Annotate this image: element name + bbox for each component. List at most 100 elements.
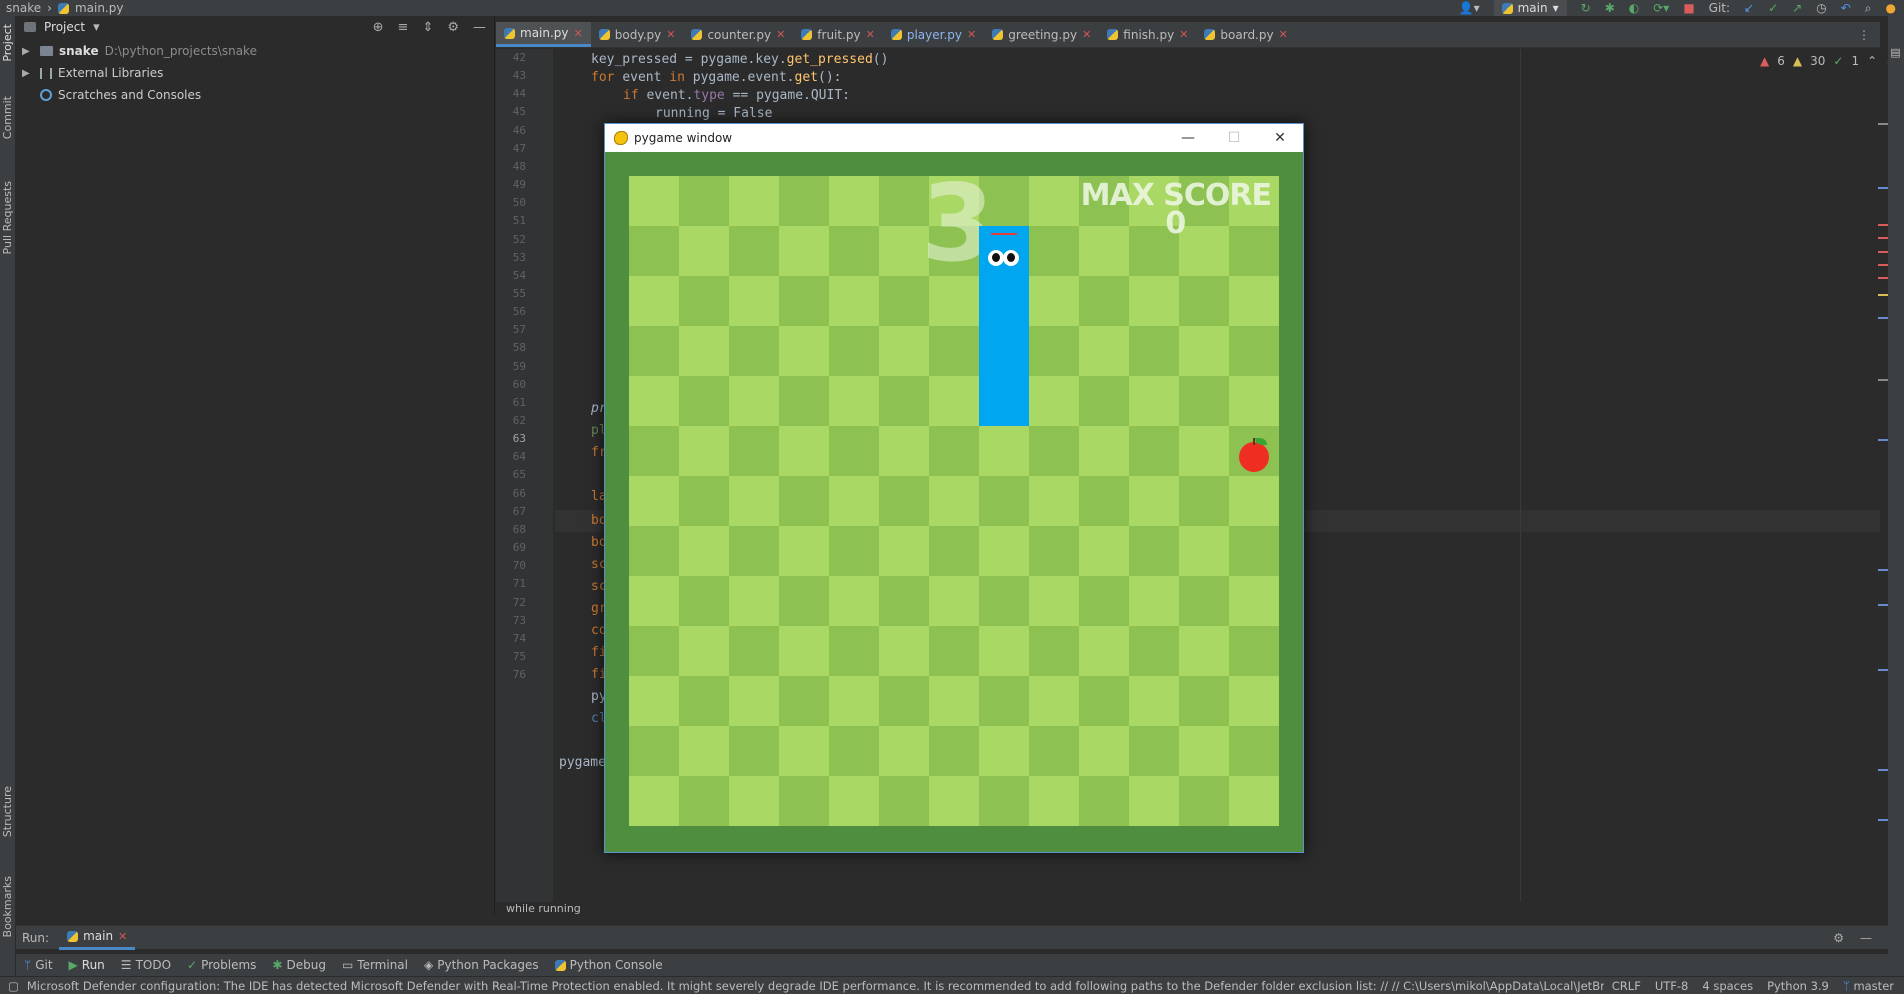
gear-icon[interactable]: ⚙	[447, 20, 459, 35]
tool-python-packages[interactable]: ◈ Python Packages	[424, 958, 539, 972]
rerun-icon[interactable]: ↻	[1581, 1, 1591, 15]
check-icon: ✓	[187, 958, 198, 972]
line-number: 75	[512, 649, 526, 663]
game-canvas[interactable]: 3 MAX SCORE 0	[605, 152, 1303, 852]
close-icon[interactable]: ✕	[967, 28, 976, 41]
close-icon[interactable]: ✕	[1279, 28, 1288, 41]
chevron-up-icon[interactable]: ⌃	[1867, 54, 1877, 68]
user-icon[interactable]: 👤▾	[1459, 1, 1480, 15]
project-panel-title[interactable]: Project	[44, 20, 85, 34]
tool-todo[interactable]: ☰ TODO	[121, 958, 171, 972]
chevron-right-icon[interactable]: ▶	[22, 68, 34, 79]
tool-problems[interactable]: ✓ Problems	[187, 958, 256, 972]
hide-icon[interactable]: —	[473, 20, 486, 35]
chevron-down-icon[interactable]: ▾	[93, 20, 100, 35]
line-number: 67	[512, 504, 526, 518]
debug-icon[interactable]: ✱	[1605, 1, 1615, 15]
tab-finish-py[interactable]: finish.py ✕	[1099, 22, 1196, 47]
git-commit-icon[interactable]: ✓	[1768, 1, 1778, 15]
tool-run[interactable]: ▶ Run	[69, 958, 105, 972]
git-push-icon[interactable]: ↗	[1792, 1, 1802, 15]
status-message[interactable]: Microsoft Defender configuration: The ID…	[27, 979, 1604, 993]
tool-debug[interactable]: ✱ Debug	[272, 958, 326, 972]
close-icon[interactable]: ✕	[776, 28, 785, 41]
tool-python-console[interactable]: Python Console	[554, 958, 663, 972]
max-score-value: 0	[1165, 206, 1187, 241]
stop-icon[interactable]: ■	[1683, 1, 1694, 15]
tree-item-scratches[interactable]: Scratches and Consoles	[16, 84, 494, 106]
git-icon: ᛘ	[24, 958, 32, 972]
inspections-widget[interactable]: ▲6 ▲30 ✓1 ⌃ ⌄	[1760, 54, 1895, 68]
tree-item-snake[interactable]: ▶ snake D:\python_projects\snake	[16, 40, 494, 62]
interpreter[interactable]: Python 3.9	[1767, 979, 1829, 993]
project-tool-button[interactable]: Project	[1, 24, 14, 62]
structure-tool-button[interactable]: Structure	[1, 786, 14, 837]
close-icon[interactable]: ✕	[1082, 28, 1091, 41]
maximize-button[interactable]: ☐	[1211, 124, 1257, 152]
error-icon: ▲	[1760, 54, 1770, 68]
close-icon[interactable]: ✕	[1179, 28, 1188, 41]
tool-git[interactable]: ᛘ Git	[24, 958, 53, 972]
commit-tool-button[interactable]: Commit	[1, 96, 14, 139]
tab-fruit-py[interactable]: fruit.py ✕	[793, 22, 883, 47]
chevron-right-icon[interactable]: ▶	[22, 46, 34, 57]
left-tool-strip: Project Commit Pull Requests Structure B…	[0, 16, 16, 976]
line-number: 46	[512, 123, 526, 137]
locate-icon[interactable]: ⊕	[373, 20, 384, 35]
close-icon[interactable]: ✕	[666, 28, 675, 41]
file-encoding[interactable]: UTF-8	[1655, 979, 1689, 993]
run-tab-main[interactable]: main ✕	[59, 926, 136, 950]
hide-icon[interactable]: —	[1860, 931, 1872, 945]
coverage-icon[interactable]: ◐	[1629, 1, 1639, 15]
close-button[interactable]: ✕	[1257, 124, 1303, 152]
python-file-icon	[598, 29, 610, 40]
pygame-titlebar[interactable]: pygame window — ☐ ✕	[605, 124, 1303, 152]
tab-player-py[interactable]: player.py ✕	[883, 22, 984, 47]
tool-terminal[interactable]: ▭ Terminal	[342, 958, 408, 972]
gear-icon[interactable]: ⚙	[1833, 931, 1844, 945]
expand-all-icon[interactable]: ≡	[398, 20, 409, 35]
collapse-all-icon[interactable]: ⇕	[422, 20, 433, 35]
run-config-selector[interactable]: main ▾	[1493, 0, 1567, 16]
event-log-icon[interactable]: ▢	[8, 979, 19, 993]
tab-main-py[interactable]: main.py ✕	[496, 22, 591, 47]
line-number: 62	[512, 414, 526, 427]
status-bar: ▢ Microsoft Defender configuration: The …	[0, 976, 1904, 994]
rollback-icon[interactable]: ↶	[1841, 1, 1851, 15]
more-tabs-icon[interactable]: ⋮	[1858, 22, 1880, 47]
tab-counter-py[interactable]: counter.py ✕	[683, 22, 793, 47]
tab-body-py[interactable]: body.py ✕	[591, 22, 684, 47]
python-file-icon	[992, 29, 1004, 40]
breadcrumb-project[interactable]: snake	[6, 1, 41, 15]
history-icon[interactable]: ◷	[1816, 1, 1826, 15]
python-file-icon	[504, 27, 515, 39]
line-number: 74	[512, 631, 526, 645]
pygame-window[interactable]: pygame window — ☐ ✕ 3 MAX SCORE 0	[604, 123, 1304, 853]
branch-icon: ᛘ	[1842, 978, 1854, 993]
line-number-gutter: 42 43 44 45 46 47 48 49 50 51 52 53 54 55 56 57 58 59 60 61…	[496, 49, 554, 902]
indent-setting[interactable]: 4 spaces	[1702, 979, 1753, 993]
git-update-icon[interactable]: ↙	[1744, 1, 1754, 15]
line-number: 47	[512, 141, 526, 155]
pull-requests-tool-button[interactable]: Pull Requests	[1, 181, 14, 254]
line-number: 76	[512, 668, 526, 682]
tab-greeting-py[interactable]: greeting.py ✕	[984, 22, 1099, 47]
close-icon[interactable]: ✕	[118, 930, 127, 943]
line-separator[interactable]: CRLF	[1612, 979, 1641, 993]
tree-item-external-libraries[interactable]: ▶ External Libraries	[16, 62, 494, 84]
minimize-button[interactable]: —	[1165, 124, 1211, 152]
tab-label: body.py	[614, 27, 662, 42]
close-icon[interactable]: ✕	[866, 28, 875, 41]
line-number: 48	[512, 159, 526, 173]
database-tool-button[interactable]: ▤	[1889, 46, 1902, 59]
max-score: MAX SCORE 0	[1081, 181, 1272, 241]
update-icon[interactable]: ●	[1886, 1, 1896, 15]
close-icon[interactable]: ✕	[574, 27, 583, 40]
tab-board-py[interactable]: board.py ✕	[1196, 22, 1295, 47]
search-icon[interactable]: ⌕	[1865, 1, 1872, 16]
profile-icon[interactable]: ⟳▾	[1653, 1, 1669, 15]
error-stripe[interactable]	[1878, 49, 1890, 902]
git-branch[interactable]: ᛘ master	[1843, 979, 1894, 993]
bookmarks-tool-button[interactable]: Bookmarks	[1, 876, 14, 937]
breadcrumb-file[interactable]: main.py	[75, 1, 124, 15]
